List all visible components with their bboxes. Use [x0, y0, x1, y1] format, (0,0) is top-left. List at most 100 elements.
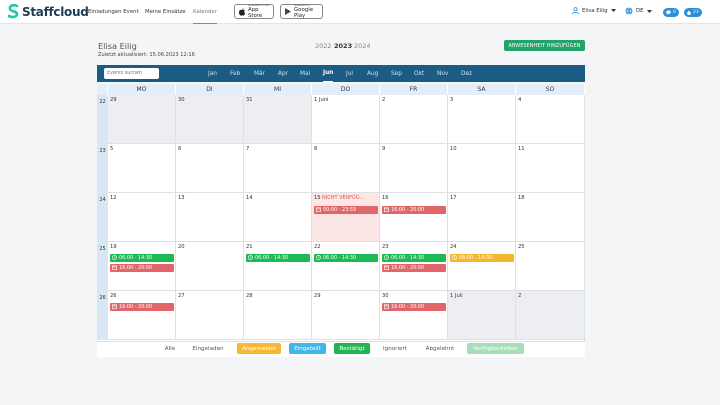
weekday-header-so: SO	[516, 84, 585, 95]
clock-icon	[452, 255, 457, 261]
event-chip[interactable]: 16:00 - 20:00	[382, 206, 446, 214]
day-number: 4	[518, 97, 522, 103]
day-cell[interactable]: 16 16:00 - 20:00	[380, 193, 448, 242]
day-cell[interactable]: 25	[516, 242, 585, 291]
day-cell[interactable]: 26 16:00 - 20:00	[108, 291, 176, 340]
month-jan[interactable]: Jan	[208, 65, 217, 82]
day-cell[interactable]: 31	[244, 95, 312, 144]
day-number: 30	[178, 97, 185, 103]
app-store-badge[interactable]: Available on the App Store	[234, 4, 274, 19]
day-cell[interactable]: 30	[176, 95, 244, 144]
language-code: DE	[636, 8, 644, 14]
month-nov[interactable]: Nov	[437, 65, 448, 82]
year-2024[interactable]: 2024	[354, 42, 371, 50]
nav-invitations[interactable]: Einladungen Event	[88, 0, 139, 24]
event-chip[interactable]: 16:00 - 20:00	[110, 303, 174, 311]
day-cell[interactable]: 1 Juli	[448, 291, 516, 340]
day-cell[interactable]: 8	[312, 144, 380, 193]
search-input[interactable]	[104, 68, 159, 79]
logo[interactable]: Staffcloud	[8, 4, 89, 19]
day-cell[interactable]: 6	[176, 144, 244, 193]
day-cell[interactable]: 29	[108, 95, 176, 144]
event-time: 16:00 - 20:00	[391, 303, 425, 310]
filter-availabilities[interactable]: Verfügbarkeiten	[467, 343, 524, 354]
app-store-label: App Store	[248, 7, 263, 19]
day-cell[interactable]: 11	[516, 144, 585, 193]
day-cell[interactable]: 18	[516, 193, 585, 242]
day-cell[interactable]: 2	[380, 95, 448, 144]
day-number: 30	[382, 293, 389, 299]
day-cell[interactable]: 5	[108, 144, 176, 193]
day-cell[interactable]: 20	[176, 242, 244, 291]
month-bar	[97, 65, 585, 82]
day-cell[interactable]: 27	[176, 291, 244, 340]
month-feb[interactable]: Feb	[230, 65, 240, 82]
event-chip[interactable]: 16:00 - 20:00	[382, 264, 446, 272]
event-chip[interactable]: 06:00 - 14:30	[314, 254, 378, 262]
day-cell[interactable]: 2	[516, 291, 585, 340]
nav-my-assignments[interactable]: Meine Einsätze	[145, 0, 186, 24]
event-chip[interactable]: 06:00 - 14:30	[382, 254, 446, 262]
last-updated: Zuletzt aktualisiert: 15.06.2023 12:16	[98, 52, 195, 58]
event-chip[interactable]: 00:00 - 23:59	[314, 206, 378, 214]
day-cell[interactable]: 28	[244, 291, 312, 340]
day-cell[interactable]: 13	[176, 193, 244, 242]
day-cell[interactable]: 17	[448, 193, 516, 242]
day-cell[interactable]: 24 06:00 - 14:30	[448, 242, 516, 291]
event-time: 16:00 - 20:00	[391, 206, 425, 213]
month-mai[interactable]: Mai	[300, 65, 310, 82]
day-cell[interactable]: 15 NICHT VERFÜG... 00:00 - 23:59	[312, 193, 380, 242]
month-jun[interactable]: Jun	[323, 65, 334, 82]
nav-calendar[interactable]: Kalender	[193, 0, 217, 24]
event-chip[interactable]: 16:00 - 20:00	[382, 303, 446, 311]
filter-assigned[interactable]: Eingeteilt	[289, 343, 326, 354]
filter-confirmed[interactable]: Bestätigt	[334, 343, 370, 354]
google-play-badge[interactable]: Available on Google Play	[280, 4, 323, 19]
messages-count: 0	[673, 10, 676, 15]
calendar-icon	[112, 265, 117, 271]
day-number: 15	[314, 195, 321, 201]
event-chip[interactable]: 06:00 - 14:30	[450, 254, 514, 262]
day-cell[interactable]: 4	[516, 95, 585, 144]
weekday-header-di: DI	[176, 84, 244, 95]
day-cell[interactable]: 19 06:00 - 14:30 16:00 - 20:00	[108, 242, 176, 291]
language-selector[interactable]: DE	[625, 7, 652, 15]
month-apr[interactable]: Apr	[278, 65, 288, 82]
day-cell[interactable]: 12	[108, 193, 176, 242]
filter-invited[interactable]: Eingeladen	[189, 343, 227, 354]
day-cell[interactable]: 9	[380, 144, 448, 193]
year-2022[interactable]: 2022	[315, 42, 332, 50]
clock-icon	[112, 255, 117, 261]
day-cell[interactable]: 3	[448, 95, 516, 144]
month-dez[interactable]: Dez	[461, 65, 472, 82]
day-cell[interactable]: 1 Juni	[312, 95, 380, 144]
month-sep[interactable]: Sep	[391, 65, 402, 82]
month-okt[interactable]: Okt	[414, 65, 424, 82]
day-cell[interactable]: 7	[244, 144, 312, 193]
event-chip[interactable]: 06:00 - 14:30	[246, 254, 310, 262]
filter-registered[interactable]: Angemeldet	[237, 343, 281, 354]
messages-badge[interactable]: 0	[663, 8, 679, 17]
day-cell[interactable]: 10	[448, 144, 516, 193]
add-absence-button[interactable]: ABWESENHEIT HINZUFÜGEN	[504, 40, 585, 51]
day-cell[interactable]: 30 16:00 - 20:00	[380, 291, 448, 340]
day-cell[interactable]: 21 06:00 - 14:30	[244, 242, 312, 291]
filter-all[interactable]: Alle	[160, 343, 180, 354]
day-cell[interactable]: 14	[244, 193, 312, 242]
month-jul[interactable]: Jul	[346, 65, 353, 82]
day-cell[interactable]: 22 06:00 - 14:30	[312, 242, 380, 291]
filter-ignored[interactable]: Ignoriert	[378, 343, 412, 354]
notifications-badge[interactable]: 23	[684, 8, 702, 17]
notifications-count: 23	[693, 10, 699, 15]
day-cell[interactable]: 29	[312, 291, 380, 340]
user-menu[interactable]: Elisa Eilig	[572, 7, 616, 14]
year-2023[interactable]: 2023	[334, 42, 352, 50]
day-cell[interactable]: 23 06:00 - 14:30 16:00 - 20:00	[380, 242, 448, 291]
day-number: 3	[450, 97, 454, 103]
event-chip[interactable]: 06:00 - 14:30	[110, 254, 174, 262]
month-mar[interactable]: Mär	[254, 65, 265, 82]
event-chip[interactable]: 16:00 - 20:00	[110, 264, 174, 272]
month-aug[interactable]: Aug	[367, 65, 378, 82]
week-number-column	[97, 95, 108, 340]
filter-declined[interactable]: Abgelehnt	[420, 343, 460, 354]
